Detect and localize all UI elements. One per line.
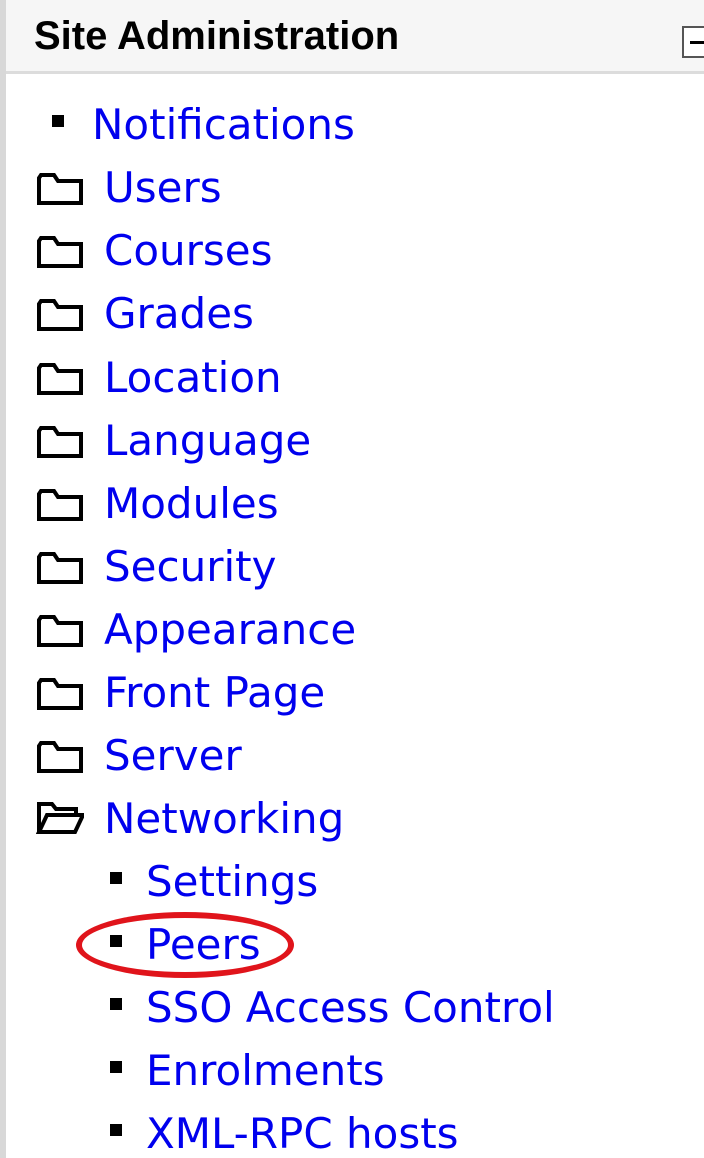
folder-closed-icon (37, 489, 83, 521)
bullet-icon (52, 115, 64, 127)
link-location[interactable]: Location (104, 348, 282, 408)
link-grades[interactable]: Grades (104, 284, 254, 344)
link-networking[interactable]: Networking (104, 789, 344, 849)
folder-closed-icon (37, 552, 83, 584)
link-modules[interactable]: Modules (104, 474, 279, 534)
link-server[interactable]: Server (104, 726, 242, 786)
folder-closed-icon (37, 615, 83, 647)
link-language[interactable]: Language (104, 411, 311, 471)
collapse-icon[interactable] (682, 26, 704, 58)
link-front-page[interactable]: Front Page (104, 663, 325, 723)
bullet-icon (110, 1061, 122, 1073)
bullet-icon (110, 1124, 122, 1136)
link-settings[interactable]: Settings (146, 852, 318, 912)
link-enrolments[interactable]: Enrolments (146, 1041, 385, 1101)
link-peers[interactable]: Peers (146, 915, 261, 975)
link-xml-rpc-hosts[interactable]: XML-RPC hosts (146, 1104, 459, 1158)
link-users[interactable]: Users (104, 158, 222, 218)
site-administration-block: Site Administration Notifications Users … (0, 0, 704, 1158)
link-sso-access-control[interactable]: SSO Access Control (146, 978, 555, 1038)
folder-closed-icon (37, 236, 83, 268)
folder-open-icon (36, 802, 84, 834)
link-appearance[interactable]: Appearance (104, 600, 356, 660)
folder-closed-icon (37, 426, 83, 458)
link-security[interactable]: Security (104, 537, 276, 597)
folder-closed-icon (37, 173, 83, 205)
folder-closed-icon (37, 363, 83, 395)
bullet-icon (110, 935, 122, 947)
folder-closed-icon (37, 678, 83, 710)
link-courses[interactable]: Courses (104, 221, 273, 281)
bullet-icon (110, 998, 122, 1010)
bullet-icon (110, 872, 122, 884)
block-header: Site Administration (6, 0, 704, 74)
folder-closed-icon (37, 299, 83, 331)
link-notifications[interactable]: Notifications (92, 95, 355, 155)
block-title: Site Administration (34, 14, 400, 58)
folder-closed-icon (37, 741, 83, 773)
